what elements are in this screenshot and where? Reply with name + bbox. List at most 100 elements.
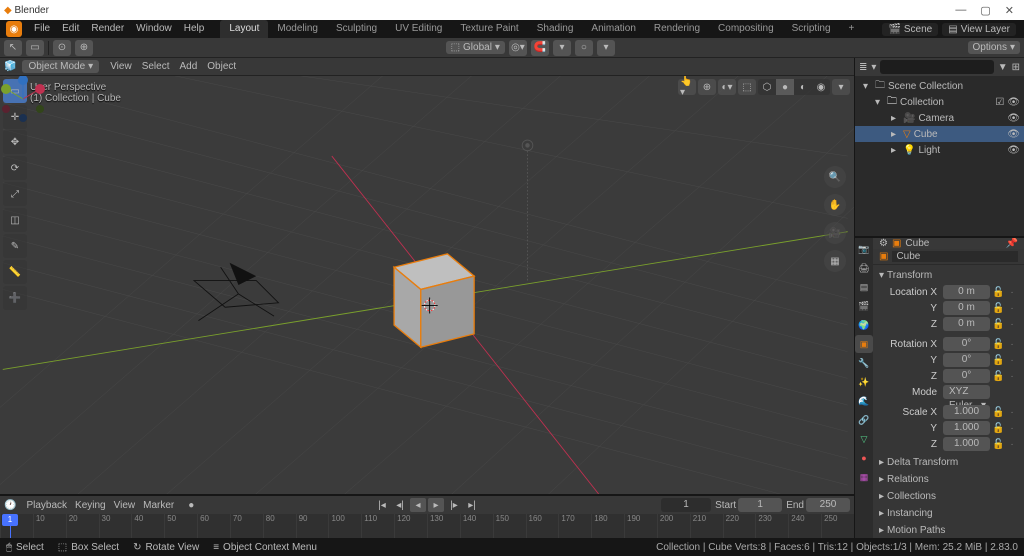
outliner-search[interactable]	[880, 60, 993, 74]
tab-texture[interactable]: ▦	[855, 468, 873, 486]
proportional-dropdown[interactable]: ▾	[597, 40, 615, 56]
outliner-item-cube[interactable]: ▸▽Cube👁	[855, 126, 1024, 142]
pin-icon[interactable]: 📌	[1006, 238, 1018, 249]
tab-physics[interactable]: 🌊	[855, 392, 873, 410]
play-button[interactable]: ▸	[428, 498, 444, 512]
transform-panel-header[interactable]: ▾Transform	[879, 267, 1018, 284]
panel-relations[interactable]: ▸Relations	[873, 471, 1024, 488]
workspace-tab-compositing[interactable]: Compositing	[709, 20, 783, 38]
autokey-toggle[interactable]: ●	[188, 500, 194, 511]
menu-help[interactable]: Help	[178, 20, 211, 38]
tab-world[interactable]: 🌍	[855, 316, 873, 334]
tab-output[interactable]: 🖨	[855, 259, 873, 277]
options-dropdown[interactable]: Options▾	[968, 41, 1021, 54]
panel-collections[interactable]: ▸Collections	[873, 488, 1024, 505]
location-y-field[interactable]: 0 m	[943, 301, 990, 315]
pivot-icon[interactable]: ⊕	[75, 40, 93, 56]
mode-dropdown[interactable]: Object Mode▾	[22, 60, 99, 73]
viewport-menu-view[interactable]: View	[105, 61, 137, 72]
material-shading[interactable]: ◐	[794, 79, 812, 95]
minimize-button[interactable]: —	[955, 4, 966, 17]
camera-view-button[interactable]: 🎥	[824, 222, 846, 244]
editor-type-icon[interactable]: 🧊	[4, 61, 16, 72]
annotate-tool[interactable]: ✎	[3, 234, 27, 258]
end-frame-field[interactable]: 250	[806, 498, 850, 512]
scene-selector[interactable]: 🎬Scene	[882, 23, 938, 36]
tab-particles[interactable]: ✨	[855, 373, 873, 391]
rotate-tool[interactable]: ⟳	[3, 156, 27, 180]
timeline-menu-keying[interactable]: Keying	[71, 500, 110, 511]
viewport-menu-object[interactable]: Object	[202, 61, 241, 72]
workspace-tab-modeling[interactable]: Modeling	[268, 20, 327, 38]
tab-scene[interactable]: 🎬	[855, 297, 873, 315]
menu-file[interactable]: File	[28, 20, 56, 38]
workspace-tab-scripting[interactable]: Scripting	[783, 20, 840, 38]
lock-icon[interactable]: 🔓	[992, 287, 1004, 298]
add-workspace-button[interactable]: +	[840, 20, 864, 38]
select-tool-icon[interactable]: ▭	[26, 40, 44, 56]
rotation-y-field[interactable]: 0°	[943, 353, 990, 367]
rendered-shading[interactable]: ◉	[812, 79, 830, 95]
timeline-track[interactable]: 0102030405060708090100110120130140150160…	[0, 514, 854, 538]
rotation-x-field[interactable]: 0°	[943, 337, 990, 351]
viewlayer-selector[interactable]: ▤View Layer	[942, 23, 1016, 36]
snap-dropdown[interactable]: ▾	[553, 40, 571, 56]
shading-mode-segmented[interactable]: ⬡ ● ◐ ◉	[758, 79, 830, 95]
start-frame-field[interactable]: 1	[738, 498, 782, 512]
pan-button[interactable]: ✋	[824, 194, 846, 216]
playhead[interactable]: 1	[10, 514, 11, 538]
rotation-mode-dropdown[interactable]: XYZ Euler▾	[943, 385, 990, 399]
timeline-menu-playback[interactable]: Playback	[22, 500, 71, 511]
gizmo-toggle[interactable]: ⊕	[698, 79, 716, 95]
panel-motion-paths[interactable]: ▸Motion Paths	[873, 522, 1024, 538]
workspace-tab-layout[interactable]: Layout	[220, 20, 268, 38]
workspace-tab-rendering[interactable]: Rendering	[645, 20, 709, 38]
tab-viewlayer[interactable]: ▤	[855, 278, 873, 296]
new-collection-icon[interactable]: ⊞	[1012, 62, 1020, 73]
panel-instancing[interactable]: ▸Instancing	[873, 505, 1024, 522]
scale-tool[interactable]: ⤢	[3, 182, 27, 206]
props-editor-icon[interactable]: ⚙	[879, 238, 888, 249]
prev-keyframe-button[interactable]: ◂|	[392, 498, 408, 512]
menu-render[interactable]: Render	[85, 20, 130, 38]
scale-z-field[interactable]: 1.000	[943, 437, 990, 451]
transform-tool[interactable]: ◫	[3, 208, 27, 232]
snap-icon[interactable]: ⊙	[53, 40, 71, 56]
pivot-dropdown[interactable]: ◎▾	[509, 40, 527, 56]
menu-window[interactable]: Window	[130, 20, 178, 38]
workspace-tab-uv-editing[interactable]: UV Editing	[386, 20, 451, 38]
timeline-menu-marker[interactable]: Marker	[139, 500, 178, 511]
play-reverse-button[interactable]: ◂	[410, 498, 426, 512]
display-mode-icon[interactable]: ▾	[871, 62, 876, 73]
wireframe-shading[interactable]: ⬡	[758, 79, 776, 95]
outliner-item-light[interactable]: ▸💡Light👁	[855, 142, 1024, 158]
jump-end-button[interactable]: ▸|	[464, 498, 480, 512]
tab-data[interactable]: ▽	[855, 430, 873, 448]
maximize-button[interactable]: ▢	[980, 4, 990, 17]
proportional-toggle[interactable]: ○	[575, 40, 593, 56]
workspace-tab-animation[interactable]: Animation	[582, 20, 644, 38]
location-z-field[interactable]: 0 m	[943, 317, 990, 331]
timeline-menu-view[interactable]: View	[110, 500, 140, 511]
close-button[interactable]: ✕	[1005, 4, 1014, 17]
snap-toggle[interactable]: 🧲	[531, 40, 549, 56]
measure-tool[interactable]: 📏	[3, 260, 27, 284]
shading-options[interactable]: ▾	[832, 79, 850, 95]
panel-delta-transform[interactable]: ▸Delta Transform	[873, 454, 1024, 471]
rotation-z-field[interactable]: 0°	[943, 369, 990, 383]
blender-logo-icon[interactable]: ◉	[6, 21, 22, 37]
timeline-editor-icon[interactable]: 🕐	[4, 500, 16, 511]
workspace-tab-shading[interactable]: Shading	[528, 20, 583, 38]
location-x-field[interactable]: 0 m	[943, 285, 990, 299]
orientation-dropdown[interactable]: ⬚Global▾	[446, 41, 505, 54]
cursor-tool-icon[interactable]: ↖	[4, 40, 22, 56]
tab-object[interactable]: ▣	[855, 335, 873, 353]
next-keyframe-button[interactable]: |▸	[446, 498, 462, 512]
object-name-field[interactable]: Cube	[892, 251, 1018, 262]
perspective-toggle-button[interactable]: ▦	[824, 250, 846, 272]
menu-edit[interactable]: Edit	[56, 20, 85, 38]
outliner-item-camera[interactable]: ▸🎥Camera👁	[855, 110, 1024, 126]
tab-render[interactable]: 📷	[855, 240, 873, 258]
jump-start-button[interactable]: |◂	[374, 498, 390, 512]
outliner-editor-icon[interactable]: ≣	[859, 62, 867, 73]
